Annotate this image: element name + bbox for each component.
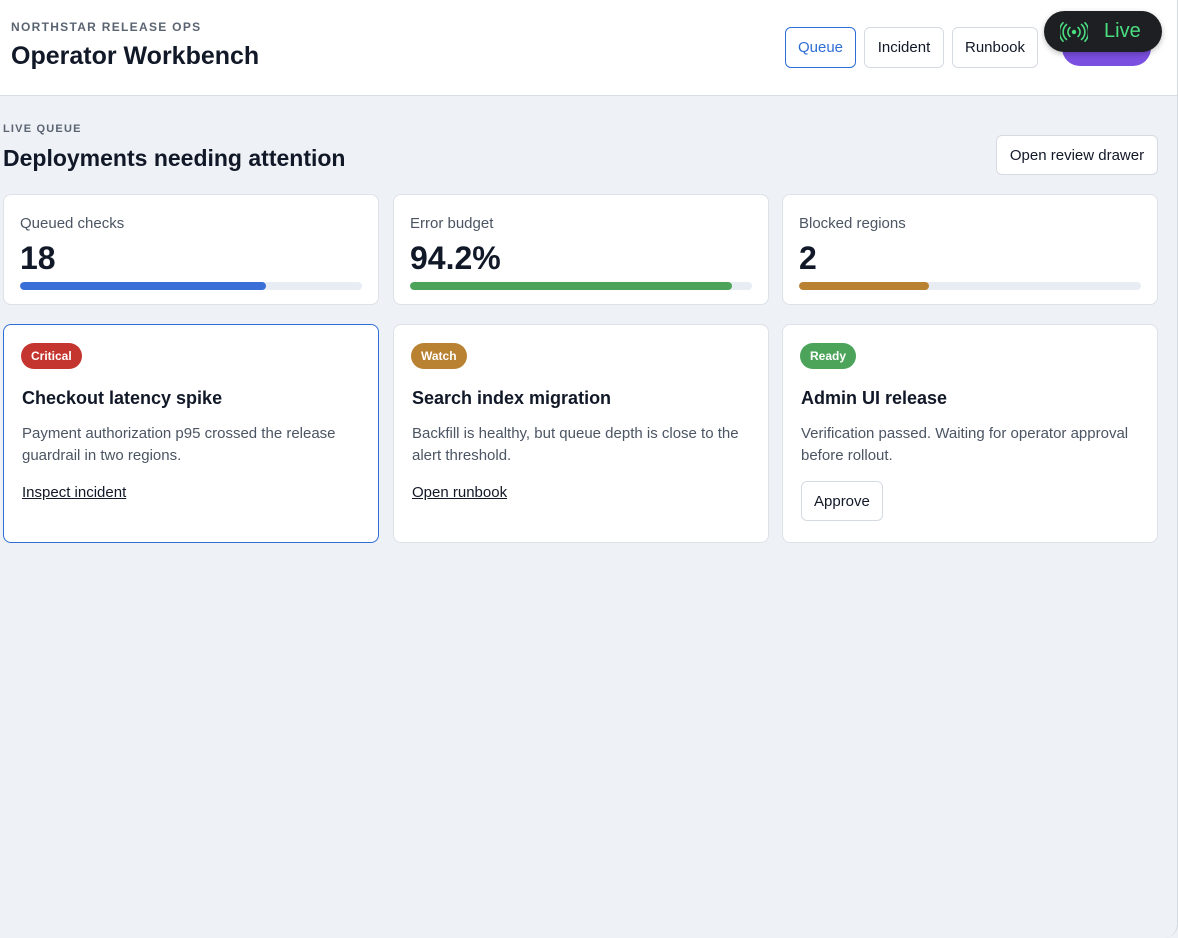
section-eyebrow: LIVE QUEUE [3, 123, 82, 135]
metric-label: Error budget [410, 215, 494, 232]
org-eyebrow: NORTHSTAR RELEASE OPS [11, 20, 202, 34]
deployment-card-admin-ui[interactable]: Ready Admin UI release Verification pass… [782, 324, 1158, 543]
main-nav: Queue Incident Runbook [785, 27, 1038, 68]
metric-progress-track [799, 282, 1141, 290]
app-window: NORTHSTAR RELEASE OPS Operator Workbench… [0, 0, 1178, 938]
top-bar: NORTHSTAR RELEASE OPS Operator Workbench… [0, 0, 1177, 96]
deployment-card-search[interactable]: Watch Search index migration Backfill is… [393, 324, 769, 543]
live-indicator[interactable]: Live [1044, 11, 1162, 52]
open-runbook-link[interactable]: Open runbook [412, 484, 507, 501]
card-title: Checkout latency spike [22, 388, 223, 408]
metric-progress-track [20, 282, 362, 290]
metric-label: Queued checks [20, 215, 125, 232]
open-review-drawer-button[interactable]: Open review drawer [996, 135, 1158, 175]
broadcast-icon [1060, 21, 1088, 42]
metric-progress-track [410, 282, 752, 290]
metric-card-error-budget: Error budget 94.2% [393, 194, 769, 305]
status-badge: Critical [21, 343, 82, 369]
live-label: Live [1104, 20, 1141, 42]
status-badge: Ready [800, 343, 857, 369]
card-description: Verification passed. Waiting for operato… [801, 425, 1129, 464]
card-title: Search index migration [412, 388, 612, 408]
inspect-incident-link[interactable]: Inspect incident [22, 484, 126, 501]
metric-card-queued-checks: Queued checks 18 [3, 194, 379, 305]
metric-progress-fill [799, 282, 929, 290]
metric-value: 94.2% [410, 240, 501, 276]
metric-value: 18 [20, 240, 56, 276]
status-badge: Watch [411, 343, 467, 369]
nav-queue-button[interactable]: Queue [785, 27, 856, 68]
nav-runbook-button[interactable]: Runbook [952, 27, 1038, 68]
app-title: Operator Workbench [11, 42, 260, 70]
metric-value: 2 [799, 240, 817, 276]
metric-progress-fill [20, 282, 267, 290]
deployment-card-checkout[interactable]: Critical Checkout latency spike Payment … [3, 324, 379, 543]
approve-button[interactable]: Approve [801, 481, 883, 521]
metric-card-blocked-regions: Blocked regions 2 [782, 194, 1158, 305]
section-title: Deployments needing attention [3, 145, 346, 171]
nav-incident-button[interactable]: Incident [864, 27, 944, 68]
card-description: Payment authorization p95 crossed the re… [22, 425, 336, 464]
card-description: Backfill is healthy, but queue depth is … [412, 425, 739, 464]
metric-label: Blocked regions [799, 215, 906, 232]
card-title: Admin UI release [801, 388, 948, 408]
metric-progress-fill [410, 282, 733, 290]
